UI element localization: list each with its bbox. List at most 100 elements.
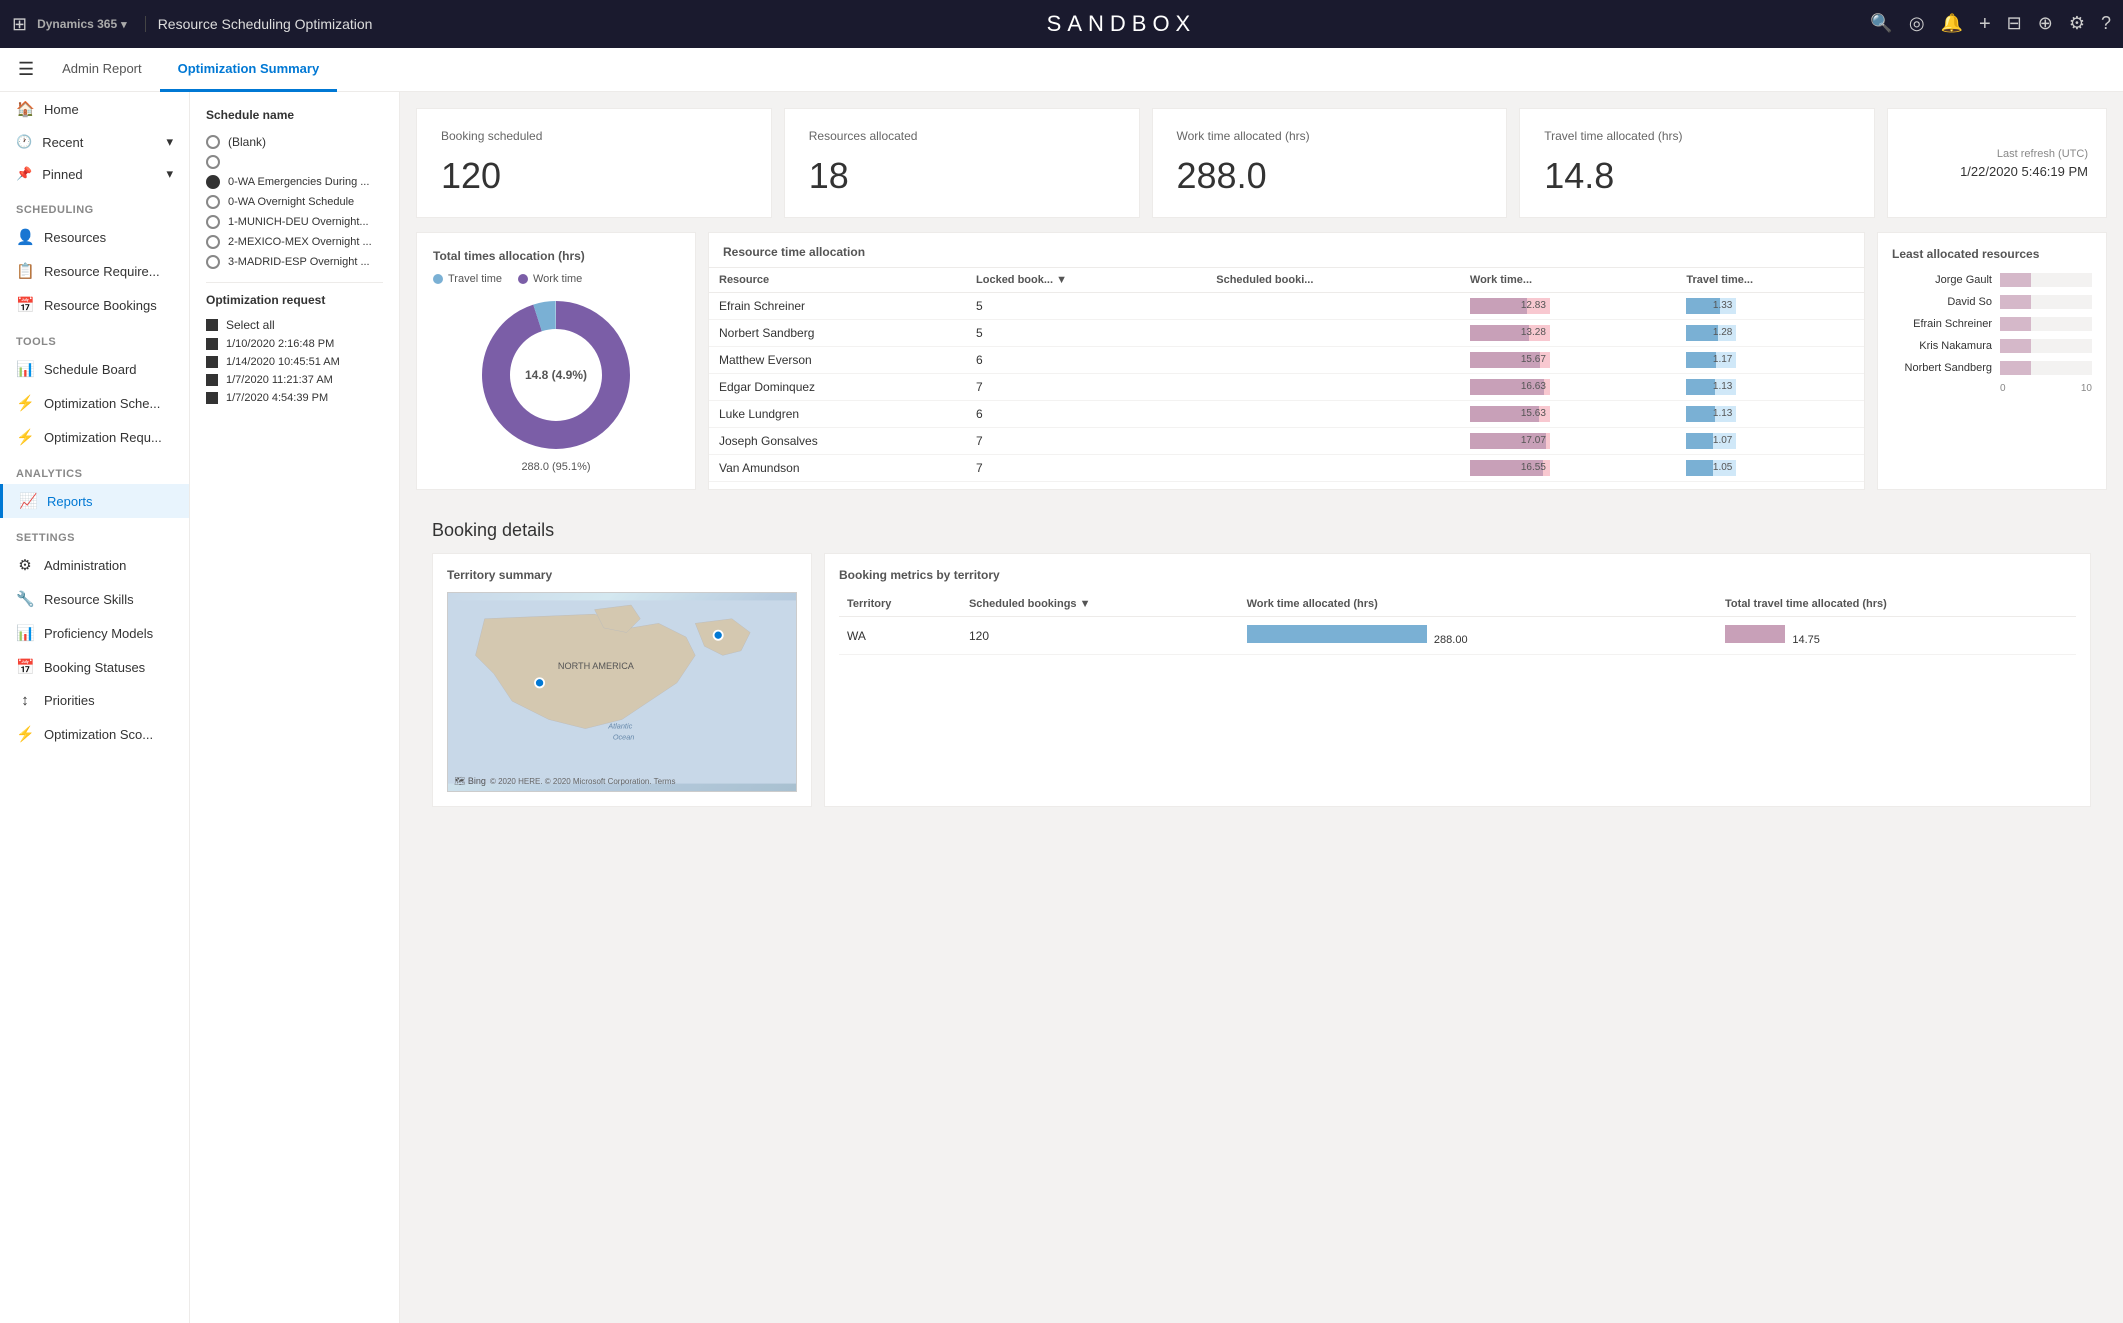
settings-icon[interactable]: ⚙ — [2069, 13, 2085, 36]
radio-wa-em[interactable] — [206, 175, 220, 189]
req-select-all[interactable]: Select all — [206, 315, 383, 335]
schedule-mexico[interactable]: 2-MEXICO-MEX Overnight ... — [206, 232, 383, 252]
travel-bar-fill — [1686, 406, 1714, 422]
kpi-travel-time: Travel time allocated (hrs) 14.8 — [1519, 108, 1875, 218]
checkbox-req-4[interactable] — [206, 392, 218, 404]
booking-details-section: Booking details Territory summary — [416, 504, 2107, 823]
checkbox-req-1[interactable] — [206, 338, 218, 350]
sidebar-item-resources[interactable]: 👤 Resources — [0, 220, 189, 254]
checkbox-req-2[interactable] — [206, 356, 218, 368]
reports-icon: 📈 — [19, 492, 37, 510]
sidebar-item-booking-statuses[interactable]: 📅 Booking Statuses — [0, 650, 189, 684]
schedule-blank[interactable]: (Blank) — [206, 132, 383, 152]
search-icon[interactable]: 🔍 — [1870, 13, 1892, 36]
radio-madrid[interactable] — [206, 255, 220, 269]
app-name[interactable]: Dynamics 365 ▾ — [37, 17, 127, 31]
travel-val: 1.07 — [1713, 433, 1732, 449]
radio-blank[interactable] — [206, 135, 220, 149]
page-title: Resource Scheduling Optimization — [145, 16, 373, 32]
work-bar-cell: 13.28 — [1460, 320, 1676, 347]
recent-chevron: ▾ — [166, 134, 173, 150]
sidebar-item-optimization-score[interactable]: ⚡ Optimization Sco... — [0, 717, 189, 751]
sidebar-item-optimization-request[interactable]: ⚡ Optimization Requ... — [0, 420, 189, 454]
col-travel: Travel time... — [1676, 268, 1864, 293]
schedule-wa-overnight[interactable]: 0-WA Overnight Schedule — [206, 192, 383, 212]
checkbox-select-all[interactable] — [206, 319, 218, 331]
resource-name: Luke Lundgren — [709, 401, 966, 428]
checkbox-req-3[interactable] — [206, 374, 218, 386]
sidebar-item-resource-bookings[interactable]: 📅 Resource Bookings — [0, 288, 189, 322]
schedule-munich[interactable]: 1-MUNICH-DEU Overnight... — [206, 212, 383, 232]
help-icon[interactable]: ? — [2101, 13, 2111, 36]
tools-section-header: Tools — [0, 322, 189, 352]
least-bar-wrap — [2000, 273, 2092, 287]
travel-bar-bg: 1.05 — [1686, 460, 1736, 476]
kpi-booking-label: Booking scheduled — [441, 129, 747, 143]
sidebar-item-resource-skills[interactable]: 🔧 Resource Skills — [0, 582, 189, 616]
resource-name: Edgar Dominquez — [709, 374, 966, 401]
travel-val: 1.17 — [1713, 352, 1732, 368]
req-2[interactable]: 1/14/2020 10:45:51 AM — [206, 353, 383, 371]
least-allocated-card: Least allocated resources Jorge Gault Da… — [1877, 232, 2107, 490]
donut-inner-label: 14.8 (4.9%) — [525, 368, 587, 382]
travel-bar-bg: 1.28 — [1686, 325, 1736, 341]
req-3[interactable]: 1/7/2020 11:21:37 AM — [206, 371, 383, 389]
radio-munich[interactable] — [206, 215, 220, 229]
sidebar-item-administration[interactable]: ⚙ Administration — [0, 548, 189, 582]
travel-bar-bg: 1.13 — [1686, 406, 1736, 422]
schedule-empty[interactable] — [206, 152, 383, 172]
travel-val: 1.13 — [1713, 406, 1732, 422]
req-4[interactable]: 1/7/2020 4:54:39 PM — [206, 389, 383, 407]
notification-icon[interactable]: 🔔 — [1941, 13, 1963, 36]
sidebar-item-pinned[interactable]: 📌 Pinned ▾ — [0, 158, 189, 190]
sidebar-home-label: Home — [44, 102, 79, 117]
refresh-value: 1/22/2020 5:46:19 PM — [1960, 164, 2088, 179]
work-bar-cell: 12.83 — [1460, 293, 1676, 320]
req-1[interactable]: 1/10/2020 2:16:48 PM — [206, 335, 383, 353]
resource-table-scroll[interactable]: Resource Locked book... ▼ Scheduled book… — [709, 268, 1864, 482]
sidebar-item-recent[interactable]: 🕐 Recent ▾ — [0, 126, 189, 158]
sidebar-item-reports[interactable]: 📈 Reports — [0, 484, 189, 518]
sidebar-item-resource-requirements[interactable]: 📋 Resource Require... — [0, 254, 189, 288]
map-placeholder: NORTH AMERICA Atlantic Ocean 🗺 Bing — [447, 592, 797, 792]
least-allocated-item: Efrain Schreiner — [1892, 317, 2092, 331]
axis-labels: 0 10 — [1892, 383, 2092, 394]
wa-work: 288.00 — [1239, 617, 1717, 655]
tab-optimization-summary[interactable]: Optimization Summary — [160, 48, 338, 92]
grid-icon[interactable]: ⊞ — [12, 14, 27, 35]
sidebar-item-proficiency-models[interactable]: 📊 Proficiency Models — [0, 616, 189, 650]
sidebar-item-home[interactable]: 🏠 Home — [0, 92, 189, 126]
col-resource: Resource — [709, 268, 966, 293]
scheduling-section-header: Scheduling — [0, 190, 189, 220]
sidebar-item-priorities[interactable]: ↕ Priorities — [0, 684, 189, 717]
work-bar-bg: 16.55 — [1470, 460, 1550, 476]
sidebar-item-optimization-schedule[interactable]: ⚡ Optimization Sche... — [0, 386, 189, 420]
schedule-wa-emergencies[interactable]: 0-WA Emergencies During ... — [206, 172, 383, 192]
topbar: ⊞ Dynamics 365 ▾ Resource Scheduling Opt… — [0, 0, 2123, 48]
filter-icon[interactable]: ⊟ — [2007, 13, 2022, 36]
tab-admin-report[interactable]: Admin Report — [44, 48, 159, 92]
travel-val: 1.05 — [1713, 460, 1732, 476]
radio-empty[interactable] — [206, 155, 220, 169]
schedule-madrid[interactable]: 3-MADRID-ESP Overnight ... — [206, 252, 383, 272]
radio-mexico[interactable] — [206, 235, 220, 249]
wa-travel: 14.75 — [1717, 617, 2076, 655]
radio-wa-ov[interactable] — [206, 195, 220, 209]
sidebar-item-schedule-board[interactable]: 📊 Schedule Board — [0, 352, 189, 386]
donut-chart: 14.8 (4.9%) — [476, 295, 636, 455]
target-icon[interactable]: ◎ — [1909, 13, 1925, 36]
resource-name: Van Amundson — [709, 455, 966, 482]
add-icon[interactable]: + — [1979, 13, 1991, 36]
scheduled-val — [1206, 374, 1460, 401]
priorities-icon: ↕ — [16, 692, 34, 709]
booking-row: Territory summary — [432, 553, 2091, 807]
bookings-icon: 📅 — [16, 296, 34, 314]
travel-bar-fill — [1686, 460, 1712, 476]
nav-toggle-button[interactable]: ☰ — [8, 59, 44, 80]
share-icon[interactable]: ⊕ — [2038, 13, 2053, 36]
scheduled-val — [1206, 347, 1460, 374]
dashboard-content: Booking scheduled 120 Resources allocate… — [400, 92, 2123, 1323]
legend-work-label: Work time — [533, 273, 582, 285]
work-bar-cell: 16.55 — [1460, 455, 1676, 482]
least-allocated-item: David So — [1892, 295, 2092, 309]
